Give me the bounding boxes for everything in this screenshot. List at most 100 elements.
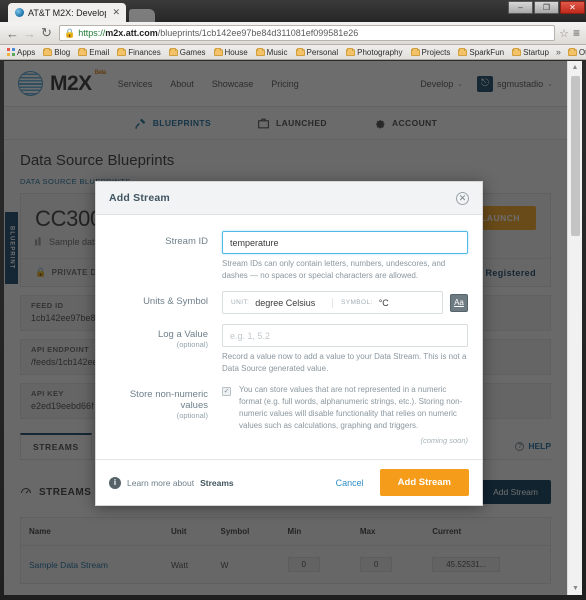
bookmark-photography[interactable]: Photography: [342, 47, 406, 57]
minimize-button[interactable]: –: [508, 1, 533, 14]
bookmark-personal[interactable]: Personal: [292, 47, 343, 57]
cell-min: 0: [280, 546, 352, 584]
bookmark-label: Photography: [357, 47, 403, 57]
cell-stream-name[interactable]: Sample Data Stream: [21, 546, 163, 584]
bookmark-music[interactable]: Music: [252, 47, 292, 57]
cancel-button[interactable]: Cancel: [326, 474, 374, 492]
modal-header: Add Stream ✕: [96, 182, 482, 215]
folder-icon: [458, 47, 468, 56]
unit-field[interactable]: UNIT: degree Celsius: [223, 298, 332, 308]
column-header-name[interactable]: Name: [20, 517, 163, 546]
tab-title: AT&T M2X: Develop - Dat: [28, 7, 107, 18]
column-header-symbol[interactable]: Symbol: [212, 517, 280, 546]
bookmark-projects[interactable]: Projects: [407, 47, 455, 57]
folder-icon: [117, 47, 127, 56]
bookmark-house[interactable]: House: [210, 47, 252, 57]
unit-value: degree Celsius: [255, 297, 316, 308]
close-window-button[interactable]: ✕: [560, 1, 585, 14]
bookmark-label: Email: [89, 47, 110, 57]
gauge-icon: [20, 485, 32, 500]
submit-add-stream-button[interactable]: Add Stream: [379, 469, 469, 497]
close-tab-icon[interactable]: ✕: [112, 7, 120, 18]
m2x-logo[interactable]: M2X Beta: [50, 70, 106, 96]
symbol-field[interactable]: SYMBOL: °C: [332, 297, 442, 308]
nav-item-about[interactable]: About: [170, 79, 194, 89]
address-bar[interactable]: 🔒 https://m2x.att.com/blueprints/1cb142e…: [59, 25, 556, 41]
forward-icon[interactable]: →: [21, 26, 38, 41]
tab-streams[interactable]: STREAMS: [20, 433, 92, 459]
bookmark-startup[interactable]: Startup: [508, 47, 553, 57]
status-badge: Registered: [485, 267, 536, 278]
question-icon: ?: [515, 441, 525, 451]
att-logo-icon[interactable]: [18, 71, 43, 96]
reload-icon[interactable]: ↻: [38, 25, 55, 41]
site-header: M2X Beta Services About Showcase Pricing…: [4, 61, 567, 107]
subnav-item-account[interactable]: ACCOUNT: [373, 117, 437, 130]
browser-tab[interactable]: AT&T M2X: Develop - Dat ✕: [8, 3, 126, 22]
column-header-max[interactable]: Max: [351, 517, 425, 546]
scroll-down-arrow[interactable]: ▼: [568, 582, 582, 595]
column-header-unit[interactable]: Unit: [162, 517, 213, 546]
bookmark-apps[interactable]: Apps: [3, 48, 39, 57]
beta-badge: Beta: [94, 69, 107, 76]
bookmark-star-icon[interactable]: ☆: [559, 27, 569, 40]
log-value-label: Log a Value (optional): [110, 324, 222, 374]
folder-icon: [43, 47, 53, 56]
blueprint-subtitle-text: Sample data: [49, 237, 100, 247]
subnav-item-blueprints[interactable]: BLUEPRINTS: [134, 117, 211, 130]
bookmark-sparkfun[interactable]: SparkFun: [454, 47, 508, 57]
table-row[interactable]: Sample Data Stream Watt W 0 0 45.52531..…: [21, 546, 551, 584]
bookmark-finances[interactable]: Finances: [113, 47, 164, 57]
maximize-button[interactable]: ❐: [534, 1, 559, 14]
url-text: https://m2x.att.com/blueprints/1cb142ee9…: [78, 28, 358, 38]
add-stream-button[interactable]: Add Stream: [480, 480, 551, 504]
bookmark-label: Blog: [54, 47, 71, 57]
user-menu[interactable]: ⎋ sgmustadio ⌄: [477, 75, 553, 92]
log-value-input[interactable]: [222, 324, 468, 348]
develop-menu[interactable]: Develop ⌄: [420, 79, 463, 89]
apps-grid-icon: [7, 48, 15, 56]
nav-item-pricing[interactable]: Pricing: [271, 79, 299, 89]
new-tab-button[interactable]: [129, 9, 155, 22]
column-header-min[interactable]: Min: [279, 517, 352, 546]
cell-current-value: 45.52531...: [432, 557, 501, 572]
bookmark-other-bookmarks[interactable]: Other bookmarks: [564, 47, 586, 57]
favicon-icon: [15, 8, 24, 17]
nav-item-services[interactable]: Services: [118, 79, 153, 89]
modal-body: Stream ID Stream IDs can only contain le…: [96, 215, 482, 459]
modal-footer: i Learn more about Streams Cancel Add St…: [96, 459, 482, 505]
window-controls: – ❐ ✕: [508, 1, 585, 14]
page-title: Data Source Blueprints: [20, 152, 175, 169]
url-host: m2x.att.com: [105, 28, 158, 38]
subnav-label: LAUNCHED: [276, 118, 327, 128]
briefcase-icon: [257, 117, 270, 130]
browser-menu-icon[interactable]: ≡: [573, 26, 580, 40]
close-icon[interactable]: ✕: [456, 191, 469, 205]
streams-panel-title: STREAMS: [20, 485, 91, 500]
field-row-log-value: Log a Value (optional) Record a value no…: [110, 324, 468, 374]
stream-id-input[interactable]: [222, 231, 468, 254]
bookmarks-bar: Apps Blog Email Finances Games House Mus…: [0, 45, 586, 60]
subnav-item-launched[interactable]: LAUNCHED: [257, 117, 327, 130]
scrollbar-thumb[interactable]: [571, 76, 580, 236]
bookmark-email[interactable]: Email: [74, 47, 113, 57]
bookmark-games[interactable]: Games: [165, 47, 210, 57]
nav-item-showcase[interactable]: Showcase: [212, 79, 254, 89]
page-scrollbar[interactable]: ▲ ▼: [567, 61, 582, 595]
folder-icon: [255, 47, 265, 56]
column-header-current[interactable]: Current: [424, 517, 551, 546]
stream-id-label: Stream ID: [165, 236, 208, 247]
folder-icon: [567, 47, 577, 56]
non-numeric-checkbox[interactable]: ✓: [222, 387, 231, 397]
help-link[interactable]: ? HELP: [515, 441, 551, 451]
bookmark-blog[interactable]: Blog: [39, 47, 74, 57]
unit-label: UNIT:: [231, 299, 250, 307]
back-icon[interactable]: ←: [4, 26, 21, 41]
scroll-up-arrow[interactable]: ▲: [568, 61, 582, 74]
bookmarks-overflow-icon[interactable]: »: [553, 47, 564, 57]
font-picker-button[interactable]: Aa: [450, 293, 468, 312]
bookmark-label: Personal: [306, 47, 339, 57]
chevron-down-icon: ⌄: [457, 80, 464, 88]
gear-icon: [373, 117, 386, 130]
learn-more-link[interactable]: i Learn more about Streams: [109, 476, 234, 489]
